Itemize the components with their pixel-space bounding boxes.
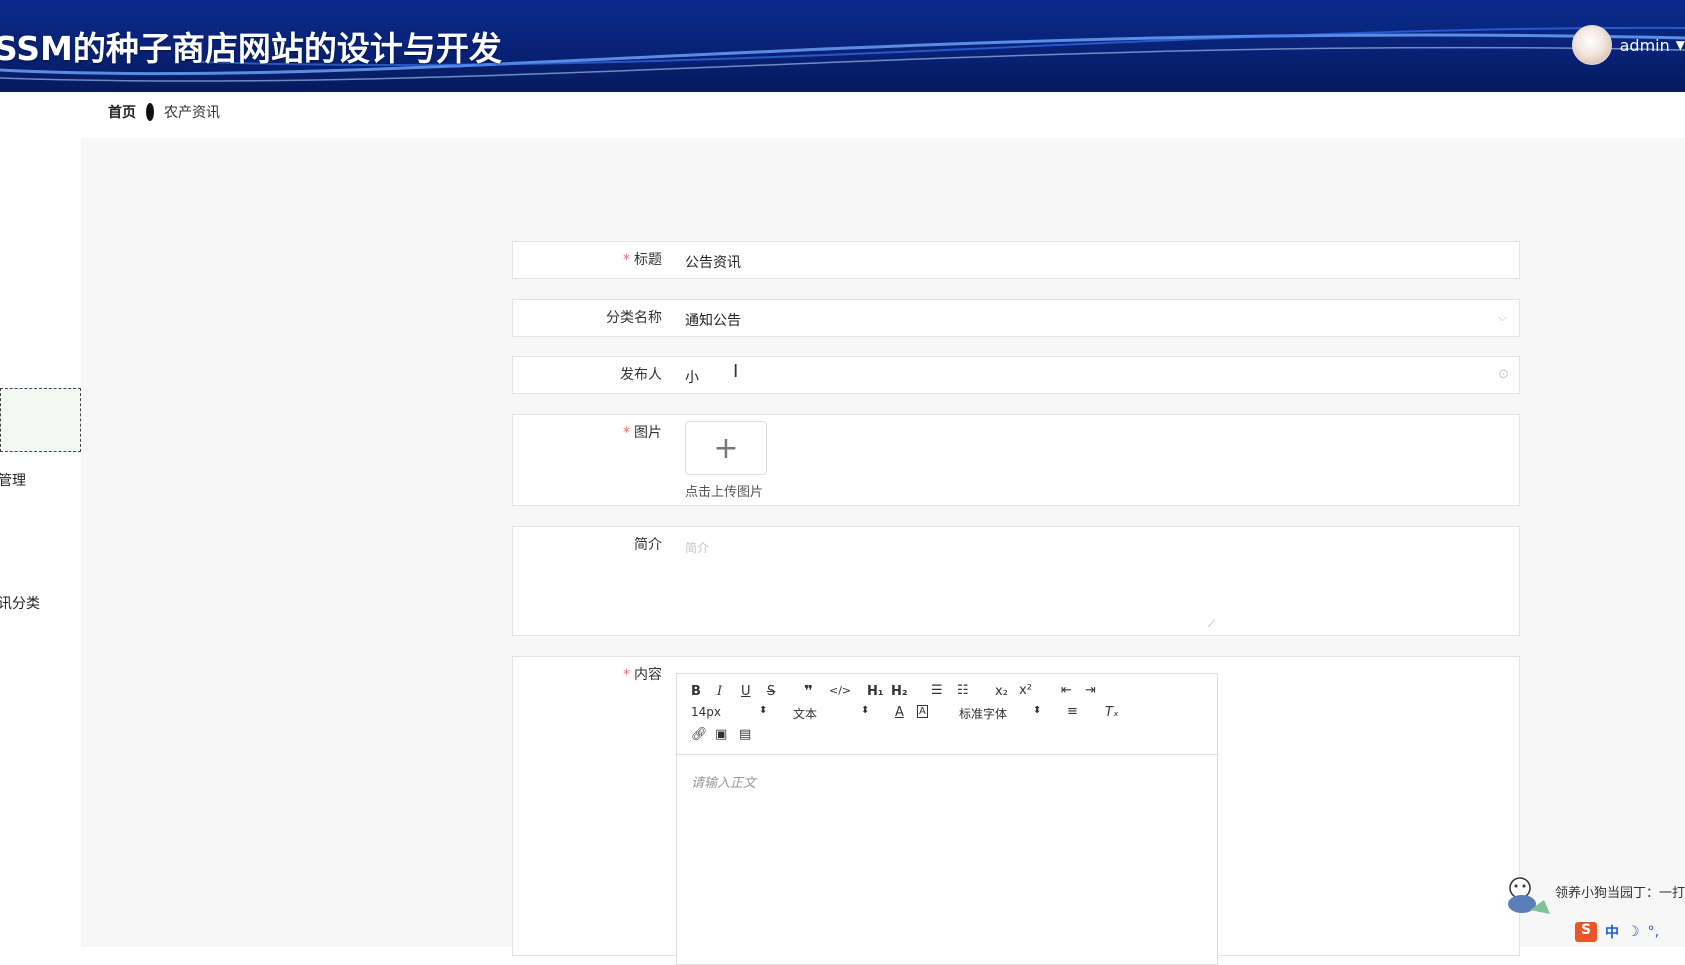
- code-block-icon[interactable]: </>: [829, 684, 851, 697]
- editor-toolbar: B I U S ❞ </> H₁ H₂ ☰ ☷ x₂ x² ⇤ ⇥ 14px ⬍…: [677, 674, 1217, 755]
- breadcrumb-home[interactable]: 首页: [108, 102, 136, 122]
- ime-toolbar[interactable]: S 中 ☽ °,: [1575, 922, 1659, 942]
- video-icon[interactable]: ▤: [739, 727, 751, 742]
- bold-icon[interactable]: B: [691, 684, 701, 699]
- upload-button[interactable]: +: [685, 421, 767, 475]
- outdent-icon[interactable]: ⇤: [1061, 683, 1072, 698]
- sidebar-item-label: 管理: [0, 473, 26, 489]
- chevron-down-icon[interactable]: ▼: [1676, 38, 1685, 52]
- title-label: * 标题: [623, 249, 662, 269]
- background-color-icon[interactable]: A: [917, 705, 928, 718]
- font-family-arrows-icon[interactable]: ⬍: [1033, 705, 1041, 716]
- italic-icon[interactable]: I: [717, 684, 722, 699]
- text-color-icon[interactable]: A: [895, 705, 904, 720]
- chevron-down-icon[interactable]: ⌵: [1498, 310, 1507, 325]
- sidebar-item[interactable]: [0, 695, 81, 755]
- header-style-arrows-icon[interactable]: ⬍: [861, 705, 869, 716]
- font-family-select[interactable]: 标准字体: [959, 705, 1007, 722]
- breadcrumb-separator-icon: [146, 103, 154, 121]
- breadcrumb-current: 农产资讯: [164, 105, 220, 121]
- publisher-input[interactable]: 小: [685, 367, 699, 387]
- superscript-icon[interactable]: x²: [1019, 683, 1032, 698]
- title-input[interactable]: 公告资讯: [685, 252, 741, 272]
- publisher-label: 发布人: [620, 367, 662, 383]
- sidebar-item[interactable]: [0, 196, 81, 256]
- username[interactable]: admin: [1620, 36, 1670, 55]
- blockquote-icon[interactable]: ❞: [804, 682, 813, 700]
- sidebar-item[interactable]: [0, 258, 81, 318]
- user-menu[interactable]: admin ▼: [1571, 24, 1685, 66]
- underline-icon[interactable]: U: [741, 684, 751, 699]
- intro-label: 简介: [634, 537, 662, 553]
- clear-format-icon[interactable]: Tₓ: [1105, 705, 1119, 720]
- heading-2-icon[interactable]: H₂: [891, 684, 908, 699]
- user-avatar[interactable]: [1571, 25, 1612, 65]
- form-row-category: 分类名称 通知公告 ⌵: [512, 299, 1520, 337]
- content-label-text: 内容: [634, 667, 662, 683]
- punctuation-icon[interactable]: °,: [1648, 924, 1659, 940]
- moon-icon[interactable]: ☽: [1627, 924, 1640, 940]
- title-label-text: 标题: [634, 252, 662, 268]
- sidebar-item-label: 讯分类: [0, 596, 40, 612]
- breadcrumb: 首页 农产资讯: [108, 102, 220, 122]
- font-size-select[interactable]: 14px: [691, 705, 721, 719]
- indent-icon[interactable]: ⇥: [1085, 683, 1096, 698]
- image-icon[interactable]: ▣: [715, 727, 727, 742]
- sidebar-item[interactable]: [0, 320, 81, 380]
- form-row-title: * 标题 公告资讯: [512, 241, 1520, 279]
- clear-icon[interactable]: ⊙: [1498, 367, 1509, 382]
- required-marker: *: [623, 667, 630, 683]
- site-title: SSM的种子商店网站的设计与开发: [0, 29, 502, 68]
- editor-body[interactable]: 请输入正文: [691, 772, 756, 791]
- strikethrough-icon[interactable]: S: [767, 684, 775, 699]
- sidebar-item-active[interactable]: [0, 388, 81, 452]
- bullet-list-icon[interactable]: ☷: [957, 683, 969, 698]
- align-icon[interactable]: ≡: [1067, 704, 1078, 719]
- header-style-select[interactable]: 文本: [793, 705, 817, 722]
- sidebar-item[interactable]: [0, 134, 81, 194]
- sogou-logo-icon: S: [1575, 922, 1597, 942]
- form-row-publisher: 发布人 小 I ⊙: [512, 356, 1520, 394]
- ordered-list-icon[interactable]: ☰: [931, 683, 943, 698]
- main-content: * 标题 公告资讯 分类名称 通知公告 ⌵ 发布人 小 I ⊙ * 图片 + 点击上…: [81, 138, 1685, 965]
- sidebar-item[interactable]: [0, 634, 81, 694]
- required-marker: *: [623, 252, 630, 268]
- form-row-image: * 图片 + 点击上传图片: [512, 414, 1520, 506]
- intro-textarea[interactable]: 简介: [685, 539, 709, 556]
- subscript-icon[interactable]: x₂: [995, 684, 1008, 699]
- ime-lang[interactable]: 中: [1605, 922, 1619, 942]
- mascot-text: 领养小狗当园丁：一打: [1555, 886, 1685, 901]
- heading-1-icon[interactable]: H₁: [867, 684, 884, 699]
- required-marker: *: [623, 425, 630, 441]
- resize-handle-icon[interactable]: ⟋: [1208, 619, 1215, 630]
- link-icon[interactable]: 🔗︎: [691, 727, 708, 742]
- upload-hint: 点击上传图片: [685, 485, 764, 500]
- plus-icon: +: [713, 430, 739, 466]
- rich-text-editor: B I U S ❞ </> H₁ H₂ ☰ ☷ x₂ x² ⇤ ⇥ 14px ⬍…: [676, 673, 1218, 965]
- sidebar-item[interactable]: [0, 822, 81, 882]
- form-row-intro: 简介 简介 ⟋: [512, 526, 1520, 636]
- sidebar: 管理 讯分类: [0, 130, 81, 947]
- content-label: * 内容: [623, 664, 662, 684]
- mascot-icon: [1508, 877, 1550, 914]
- sidebar-item[interactable]: 讯分类: [0, 573, 81, 633]
- top-header: SSM的种子商店网站的设计与开发 admin ▼: [0, 0, 1685, 92]
- image-label-text: 图片: [634, 425, 662, 441]
- mascot-widget[interactable]: 领养小狗当园丁：一打 S 中 ☽ °,: [1500, 868, 1685, 947]
- text-cursor-icon: I: [733, 361, 739, 382]
- sidebar-item[interactable]: [0, 756, 81, 816]
- category-label: 分类名称: [606, 310, 662, 326]
- sidebar-item[interactable]: 管理: [0, 450, 81, 510]
- image-label: * 图片: [623, 422, 662, 442]
- form-row-content: * 内容 B I U S ❞ </> H₁ H₂ ☰ ☷ x₂ x² ⇤ ⇥ 14…: [512, 656, 1520, 965]
- font-size-select-arrows-icon[interactable]: ⬍: [759, 705, 767, 716]
- sidebar-item[interactable]: [0, 512, 81, 572]
- category-select[interactable]: 通知公告: [685, 310, 741, 330]
